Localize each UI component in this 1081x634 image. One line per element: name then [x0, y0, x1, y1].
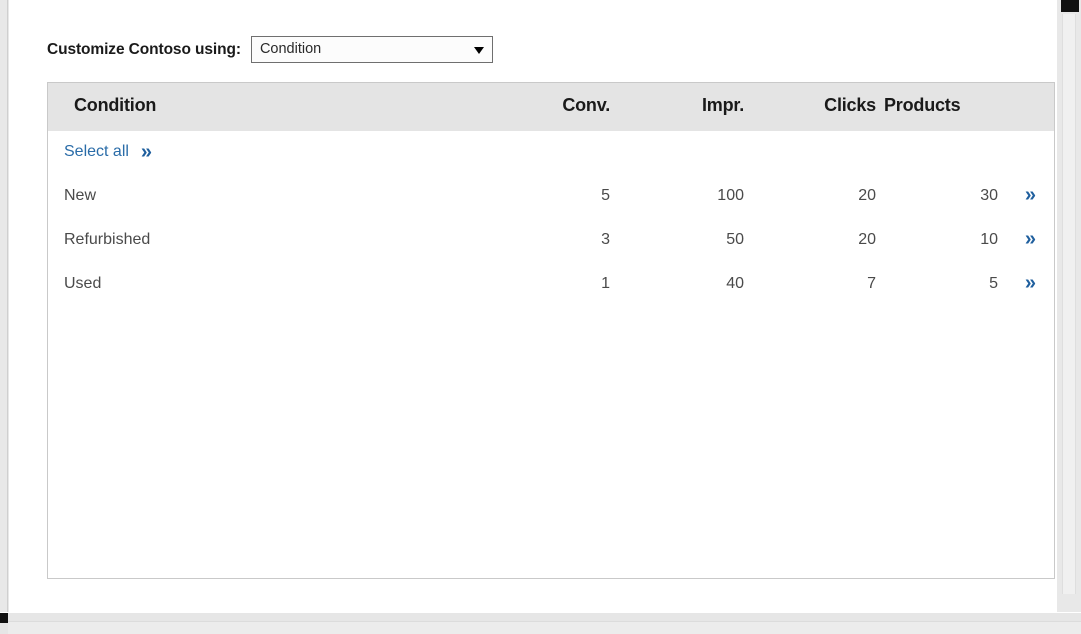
select-all-row: Select all » — [48, 131, 1054, 175]
cell-impr: 50 — [618, 231, 744, 249]
cell-products: 10 — [884, 231, 998, 249]
cell-conv: 5 — [428, 187, 610, 205]
table-row[interactable]: Refurbished 3 50 20 10 » — [48, 219, 1054, 263]
double-chevron-right-icon[interactable]: » — [1025, 273, 1034, 293]
double-chevron-right-icon: » — [141, 142, 150, 162]
cell-impr: 40 — [618, 275, 744, 293]
bottom-chrome-bar — [0, 612, 1081, 634]
cell-conv: 3 — [428, 231, 610, 249]
table-row[interactable]: New 5 100 20 30 » — [48, 175, 1054, 219]
dimension-table-panel: Condition Conv. Impr. Clicks Products Se… — [47, 82, 1055, 579]
column-header-products[interactable]: Products — [884, 95, 998, 116]
column-header-clicks[interactable]: Clicks — [748, 95, 876, 116]
vertical-scrollbar[interactable] — [1057, 0, 1081, 612]
cell-condition: Refurbished — [64, 231, 150, 249]
cell-products: 5 — [884, 275, 998, 293]
scrollbar-thumb[interactable] — [1061, 0, 1079, 12]
cell-clicks: 20 — [748, 231, 876, 249]
customize-label: Customize Contoso using: — [47, 41, 241, 59]
column-header-impr[interactable]: Impr. — [618, 95, 744, 116]
cell-products: 30 — [884, 187, 998, 205]
cell-condition: New — [64, 187, 96, 205]
double-chevron-right-icon[interactable]: » — [1025, 229, 1034, 249]
browser-viewport: Customize Contoso using: Condition Condi… — [0, 0, 1081, 634]
cell-condition: Used — [64, 275, 101, 293]
cell-impr: 100 — [618, 187, 744, 205]
scrollbar-track[interactable] — [1062, 14, 1076, 594]
cell-clicks: 20 — [748, 187, 876, 205]
page-canvas: Customize Contoso using: Condition Condi… — [9, 0, 1057, 612]
bottom-chrome-nub — [0, 613, 8, 623]
dimension-select[interactable]: Condition — [251, 36, 493, 63]
column-header-condition[interactable]: Condition — [74, 95, 156, 116]
select-all-label: Select all — [64, 143, 129, 161]
page-left-edge — [0, 0, 8, 612]
select-all-link[interactable]: Select all » — [64, 142, 150, 162]
dimension-select-wrap: Condition — [251, 36, 493, 63]
cell-clicks: 7 — [748, 275, 876, 293]
double-chevron-right-icon[interactable]: » — [1025, 185, 1034, 205]
customize-control-bar: Customize Contoso using: Condition — [47, 36, 493, 63]
bottom-chrome-inner — [8, 621, 1081, 634]
column-header-conv[interactable]: Conv. — [428, 95, 610, 116]
table-row[interactable]: Used 1 40 7 5 » — [48, 263, 1054, 307]
cell-conv: 1 — [428, 275, 610, 293]
table-header-row: Condition Conv. Impr. Clicks Products — [48, 83, 1054, 131]
